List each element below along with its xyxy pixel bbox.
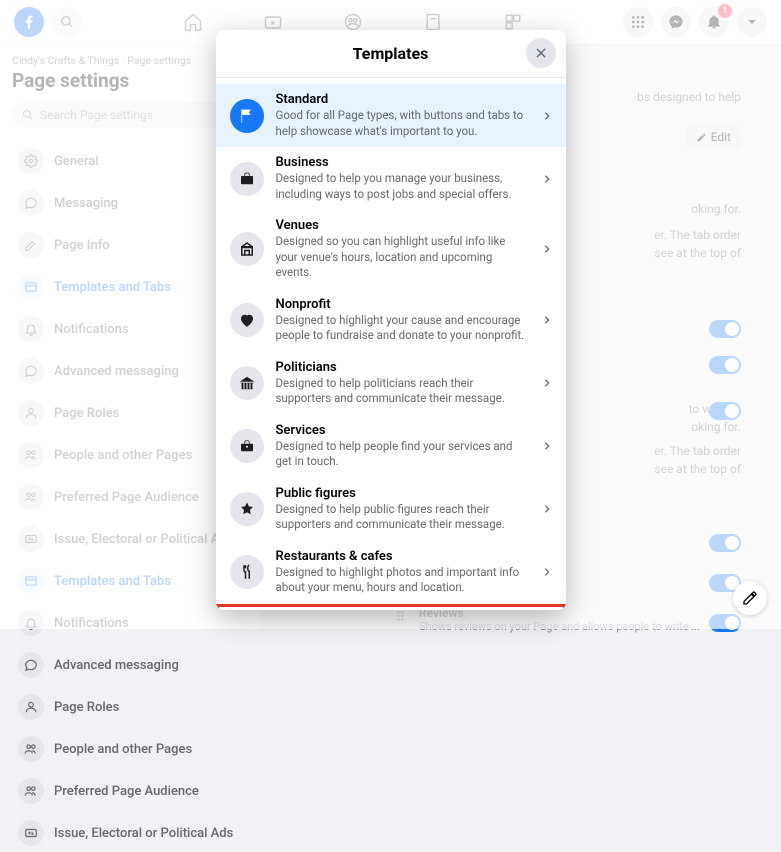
template-title: Services: [276, 423, 530, 438]
sidebar-item-label: People and other Pages: [54, 742, 192, 757]
briefcase-icon: [230, 162, 264, 196]
template-title: Public figures: [276, 486, 530, 501]
template-title: Business: [276, 155, 530, 170]
chevron-right-icon: [542, 375, 552, 391]
template-row-standard[interactable]: StandardGood for all Page types, with bu…: [216, 84, 566, 147]
sidebar-item-icon: [18, 652, 44, 678]
chevron-right-icon: [542, 312, 552, 328]
chevron-right-icon: [542, 171, 552, 187]
heart-icon: [230, 303, 264, 337]
template-body: BusinessDesigned to help you manage your…: [276, 155, 530, 202]
sidebar-item-label: Page Roles: [54, 700, 119, 715]
venue-icon: [230, 232, 264, 266]
sidebar-item-icon: [18, 778, 44, 804]
chevron-right-icon: [542, 108, 552, 124]
sidebar-item-advanced-messaging[interactable]: Advanced messaging: [12, 646, 248, 684]
template-desc: Designed to help politicians reach their…: [276, 376, 530, 407]
chevron-right-icon: [542, 241, 552, 257]
sidebar-item-label: Preferred Page Audience: [54, 784, 199, 799]
utensils-icon: [230, 555, 264, 589]
template-body: PoliticiansDesigned to help politicians …: [276, 360, 530, 407]
template-row-politicians[interactable]: PoliticiansDesigned to help politicians …: [216, 352, 566, 415]
template-row-services[interactable]: ServicesDesigned to help people find you…: [216, 415, 566, 478]
template-title: Nonprofit: [276, 297, 530, 312]
sidebar-item-people-and-other-pages[interactable]: People and other Pages: [12, 730, 248, 768]
sidebar-item-label: Advanced messaging: [54, 658, 179, 673]
chevron-right-icon: [542, 438, 552, 454]
template-body: StandardGood for all Page types, with bu…: [276, 92, 530, 139]
template-desc: Designed to highlight photos and importa…: [276, 565, 530, 596]
sidebar-item-page-roles[interactable]: Page Roles: [12, 688, 248, 726]
template-desc: Designed to help you manage your busines…: [276, 171, 530, 202]
star-icon: [230, 492, 264, 526]
sidebar-item-icon: [18, 820, 44, 846]
template-desc: Designed to help people find your servic…: [276, 439, 530, 470]
flag-icon: [230, 99, 264, 133]
template-row-venues[interactable]: VenuesDesigned so you can highlight usef…: [216, 210, 566, 289]
sidebar-item-icon: [18, 736, 44, 762]
template-desc: Designed so you can highlight useful inf…: [276, 234, 530, 281]
template-desc: Designed to highlight your cause and enc…: [276, 313, 530, 344]
template-body: NonprofitDesigned to highlight your caus…: [276, 297, 530, 344]
template-row-nonprofit[interactable]: NonprofitDesigned to highlight your caus…: [216, 289, 566, 352]
template-title: Politicians: [276, 360, 530, 375]
template-body: ServicesDesigned to help people find you…: [276, 423, 530, 470]
sidebar-item-preferred-page-audience[interactable]: Preferred Page Audience: [12, 772, 248, 810]
template-body: Restaurants & cafesDesigned to highlight…: [276, 549, 530, 596]
modal-header: Templates: [216, 30, 566, 78]
template-body: VenuesDesigned so you can highlight usef…: [276, 218, 530, 281]
toolbox-icon: [230, 429, 264, 463]
template-row-public_figures[interactable]: Public figuresDesigned to help public fi…: [216, 478, 566, 541]
close-button[interactable]: [526, 38, 556, 68]
templates-modal: Templates StandardGood for all Page type…: [216, 30, 566, 610]
sidebar-item-icon: [18, 694, 44, 720]
chevron-right-icon: [542, 564, 552, 580]
modal-title: Templates: [353, 44, 429, 63]
template-row-business[interactable]: BusinessDesigned to help you manage your…: [216, 147, 566, 210]
gov-icon: [230, 366, 264, 400]
compose-fab[interactable]: [733, 581, 767, 615]
chevron-right-icon: [542, 501, 552, 517]
template-title: Standard: [276, 92, 530, 107]
template-desc: Designed to help public figures reach th…: [276, 502, 530, 533]
templates-list[interactable]: StandardGood for all Page types, with bu…: [216, 78, 566, 610]
template-title: Restaurants & cafes: [276, 549, 530, 564]
template-body: Public figuresDesigned to help public fi…: [276, 486, 530, 533]
sidebar-item-issue-electoral-or-political-ads[interactable]: Issue, Electoral or Political Ads: [12, 814, 248, 852]
template-row-shopping[interactable]: ShoppingDesigned to showcase products an…: [216, 604, 566, 610]
template-title: Venues: [276, 218, 530, 233]
sidebar-item-label: Issue, Electoral or Political Ads: [54, 826, 233, 841]
template-desc: Good for all Page types, with buttons an…: [276, 108, 530, 139]
template-row-restaurants_cafes[interactable]: Restaurants & cafesDesigned to highlight…: [216, 541, 566, 604]
